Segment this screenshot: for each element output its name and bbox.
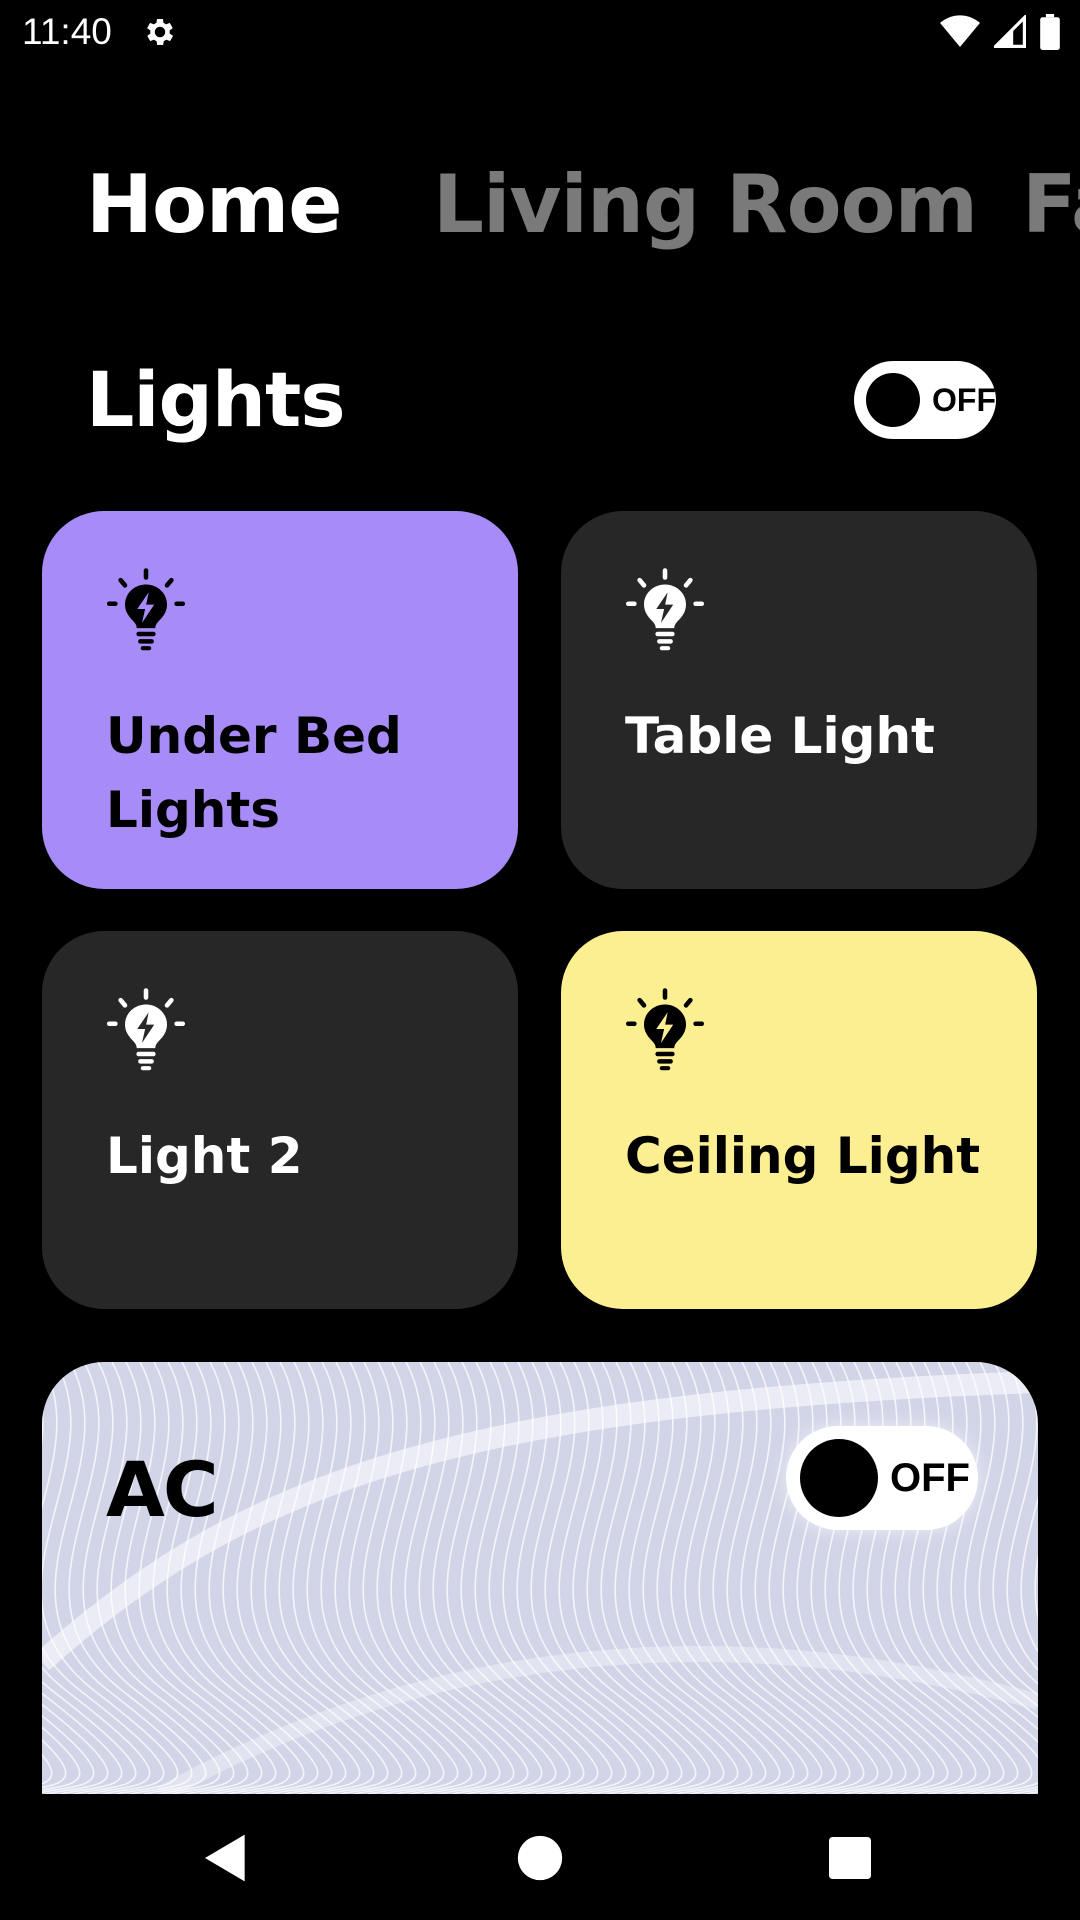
recents-icon[interactable] — [822, 1830, 878, 1886]
device-card-under-bed-lights[interactable]: Under Bed Lights — [42, 511, 518, 889]
device-card-light-2[interactable]: Light 2 — [42, 931, 518, 1309]
room-tabs: Home Living Room Fa — [0, 150, 1080, 260]
tab-home[interactable]: Home — [86, 150, 343, 260]
bulb-icon — [625, 988, 705, 1071]
gear-icon — [147, 18, 174, 46]
wave-line — [978, 1362, 1038, 1697]
wave-line — [600, 1362, 739, 1794]
wave-line — [320, 1362, 459, 1794]
wave-line — [348, 1362, 487, 1794]
device-card-label: Light 2 — [106, 1127, 303, 1185]
wave-line — [670, 1362, 809, 1794]
bulb-icon — [625, 568, 705, 651]
device-card-label: Under Bed Lights — [106, 707, 402, 839]
wave-line — [628, 1362, 767, 1794]
screen: 11:40 Home Living Room Fa Lights OFF — [0, 0, 1080, 1920]
toggle-knob — [866, 373, 920, 427]
back-icon[interactable] — [198, 1830, 254, 1886]
wave-line — [42, 1726, 81, 1791]
ac-title: AC — [106, 1445, 219, 1534]
lights-master-toggle[interactable]: OFF — [854, 361, 996, 439]
tab-partial[interactable]: Fa — [1022, 150, 1080, 260]
wave-line — [152, 1362, 291, 1794]
wave-line — [334, 1362, 473, 1794]
device-card-label: Table Light — [625, 707, 935, 765]
bulb-icon — [106, 988, 186, 1071]
wave-line — [362, 1362, 501, 1794]
toggle-knob — [800, 1439, 878, 1517]
device-card-table-light[interactable]: Table Light — [561, 511, 1037, 889]
wave-line — [992, 1362, 1038, 1685]
wifi-icon — [940, 15, 980, 48]
wave-line — [42, 1739, 67, 1789]
wave-line — [306, 1362, 445, 1794]
device-card-ceiling-light[interactable]: Ceiling Light — [561, 931, 1037, 1309]
ac-power-toggle[interactable]: OFF — [786, 1426, 978, 1530]
home-icon[interactable] — [512, 1830, 568, 1886]
lights-section-title: Lights — [86, 355, 346, 444]
device-card-label: Ceiling Light — [625, 1127, 981, 1185]
status-time: 11:40 — [22, 11, 112, 52]
wave-line — [964, 1362, 1038, 1708]
wave-line — [656, 1362, 795, 1794]
wave-line — [614, 1362, 753, 1794]
bulb-icon — [106, 568, 186, 651]
status-icons — [940, 14, 1060, 50]
battery-icon — [1040, 14, 1060, 50]
signal-icon — [994, 15, 1026, 48]
wave-line — [642, 1362, 781, 1794]
navigation-bar — [0, 1794, 1080, 1920]
wave-line — [54, 1362, 193, 1794]
wave-line — [684, 1362, 823, 1794]
status-bar: 11:40 — [0, 0, 1080, 64]
toggle-state-label: OFF — [890, 1455, 970, 1500]
toggle-state-label: OFF — [932, 381, 996, 418]
ac-panel[interactable]: AC OFF — [42, 1362, 1038, 1794]
wave-line — [698, 1362, 837, 1794]
wave-line — [42, 1692, 123, 1794]
tab-living-room[interactable]: Living Room — [433, 150, 978, 260]
